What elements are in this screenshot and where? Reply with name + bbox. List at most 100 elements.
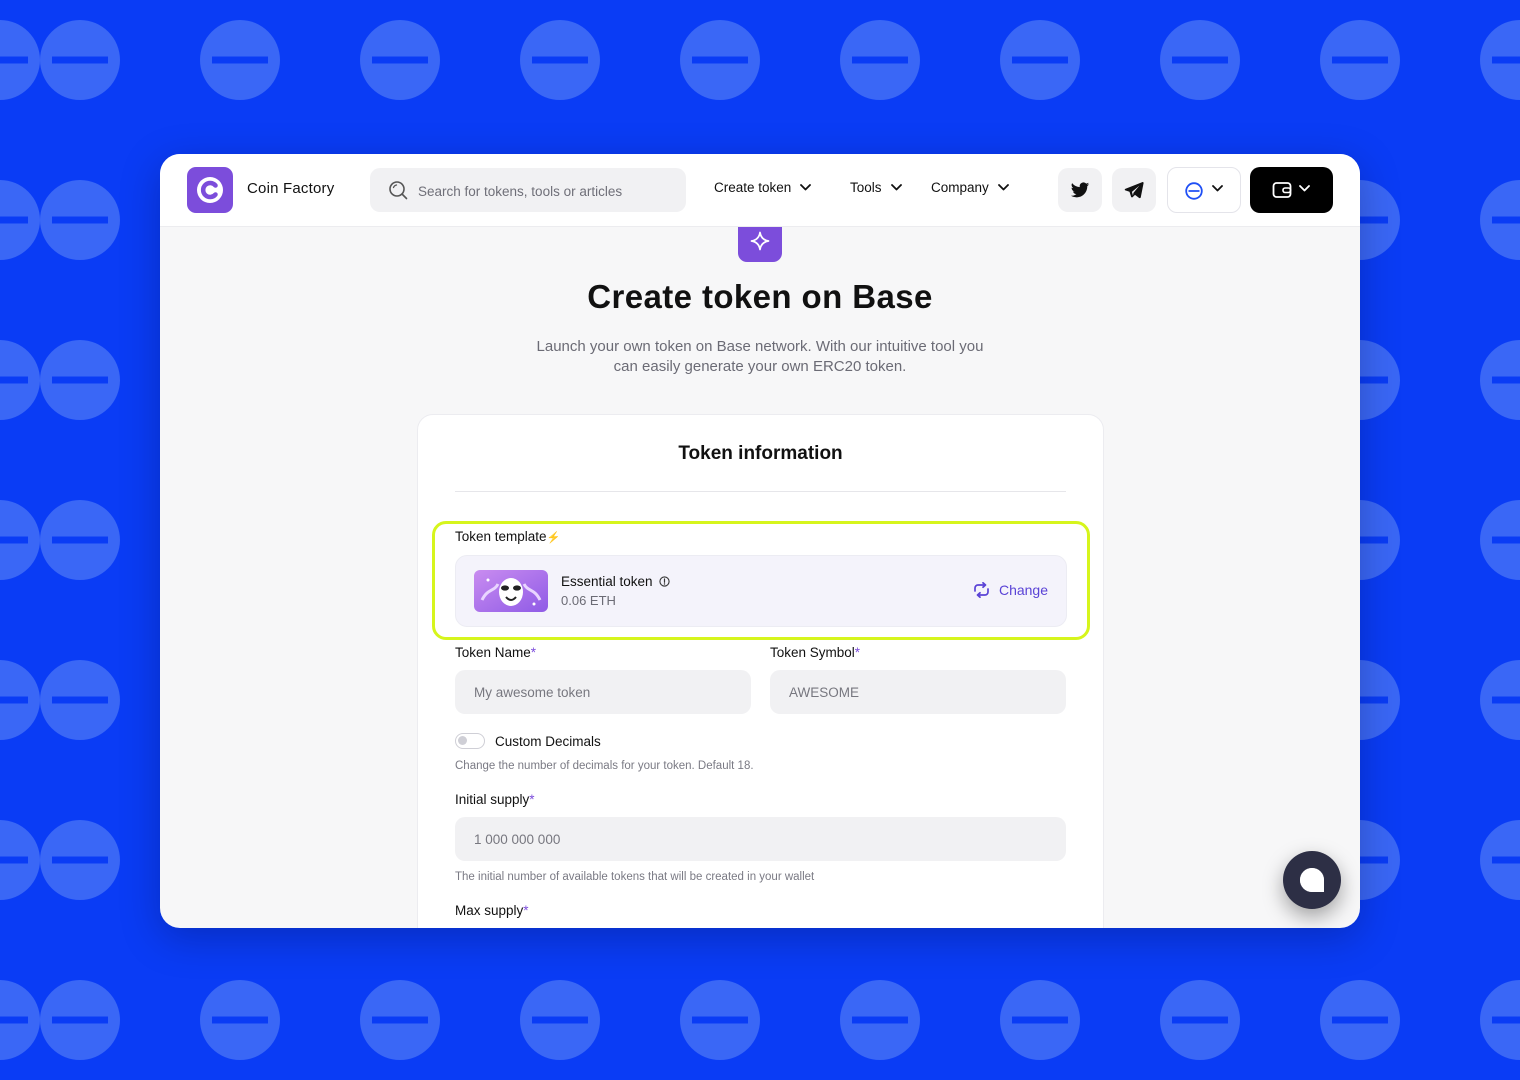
pattern-coin-bar bbox=[0, 696, 28, 704]
page-title: Create token on Base bbox=[587, 278, 933, 315]
pattern-coin-bar bbox=[1172, 56, 1228, 64]
pattern-coin-bar bbox=[1172, 1016, 1228, 1024]
pattern-coin-bar bbox=[692, 56, 748, 64]
required-mark: * bbox=[523, 903, 529, 918]
pattern-coin-bar bbox=[0, 216, 28, 224]
app-window: Coin Factory Create token Tools Company bbox=[160, 154, 1360, 928]
wallet-icon bbox=[1272, 182, 1292, 198]
pattern-coin-bar bbox=[852, 1016, 908, 1024]
token-template-label: Token template⚡ bbox=[455, 529, 560, 544]
twitter-icon bbox=[1070, 182, 1090, 198]
divider bbox=[455, 491, 1066, 492]
chevron-down-icon bbox=[1212, 185, 1223, 192]
pattern-coin-bar bbox=[1492, 696, 1520, 704]
template-price: 0.06 ETH bbox=[561, 593, 616, 608]
token-name-label-text: Token Name bbox=[455, 645, 531, 660]
pattern-coin-bar bbox=[532, 1016, 588, 1024]
change-template-button[interactable]: Change bbox=[972, 582, 1048, 598]
pattern-coin-bar bbox=[372, 1016, 428, 1024]
pattern-coin-bar bbox=[372, 56, 428, 64]
section-title: Token information bbox=[678, 443, 843, 464]
bolt-icon: ⚡ bbox=[546, 532, 561, 544]
pattern-coin-bar bbox=[52, 56, 108, 64]
change-label: Change bbox=[998, 582, 1048, 598]
max-supply-label: Max supply* bbox=[455, 903, 529, 918]
nav-company[interactable]: Company bbox=[931, 180, 1009, 195]
network-selector[interactable] bbox=[1167, 167, 1241, 213]
pattern-coin-bar bbox=[0, 536, 28, 544]
info-icon[interactable] bbox=[658, 576, 670, 587]
chat-support-button[interactable] bbox=[1283, 851, 1341, 909]
pattern-coin-bar bbox=[1332, 1016, 1388, 1024]
custom-decimals-toggle[interactable] bbox=[455, 733, 485, 749]
token-symbol-label: Token Symbol* bbox=[770, 645, 860, 660]
max-supply-label-text: Max supply bbox=[455, 903, 524, 918]
chevron-down-icon bbox=[997, 184, 1009, 191]
nav-create-token[interactable]: Create token bbox=[714, 180, 812, 195]
initial-supply-help: The initial number of available tokens t… bbox=[455, 871, 815, 883]
token-symbol-label-text: Token Symbol bbox=[770, 645, 855, 660]
template-name: Essential token bbox=[561, 574, 670, 589]
chevron-down-icon bbox=[1299, 185, 1310, 192]
template-thumbnail bbox=[474, 570, 548, 612]
pattern-coin-bar bbox=[1012, 1016, 1068, 1024]
top-navbar: Coin Factory Create token Tools Company bbox=[160, 154, 1360, 227]
twitter-button[interactable] bbox=[1058, 168, 1102, 212]
initial-supply-label: Initial supply* bbox=[455, 792, 535, 807]
template-name-text: Essential token bbox=[561, 574, 653, 589]
pattern-coin-bar bbox=[212, 1016, 268, 1024]
page-subtitle: Launch your own token on Base network. W… bbox=[536, 338, 984, 375]
custom-decimals-help: Change the number of decimals for your t… bbox=[455, 760, 754, 772]
pattern-coin-bar bbox=[1492, 376, 1520, 384]
toggle-knob bbox=[458, 736, 467, 745]
pattern-coin-bar bbox=[212, 56, 268, 64]
nav-create-token-label: Create token bbox=[714, 180, 792, 195]
pattern-coin-bar bbox=[52, 856, 108, 864]
chat-icon bbox=[1300, 868, 1324, 892]
pattern-coin-bar bbox=[1332, 56, 1388, 64]
coin-factory-logo-icon[interactable] bbox=[187, 167, 233, 213]
chevron-down-icon bbox=[890, 184, 902, 191]
initial-supply-label-text: Initial supply bbox=[455, 792, 530, 807]
nav-company-label: Company bbox=[931, 180, 989, 195]
pattern-coin-bar bbox=[52, 216, 108, 224]
search-bar[interactable] bbox=[370, 168, 686, 212]
telegram-button[interactable] bbox=[1112, 168, 1156, 212]
pattern-coin-bar bbox=[0, 376, 28, 384]
telegram-icon bbox=[1124, 182, 1144, 199]
pattern-coin-bar bbox=[52, 696, 108, 704]
custom-decimals-label: Custom Decimals bbox=[495, 734, 601, 749]
pattern-coin-bar bbox=[532, 56, 588, 64]
token-name-label: Token Name* bbox=[455, 645, 536, 660]
pattern-coin-bar bbox=[52, 536, 108, 544]
pattern-coin-bar bbox=[0, 1016, 28, 1024]
token-form-card: Token information Token template⚡ Essent… bbox=[417, 414, 1104, 928]
pattern-coin-bar bbox=[52, 376, 108, 384]
pattern-coin-bar bbox=[852, 56, 908, 64]
search-icon bbox=[389, 181, 408, 200]
pattern-coin-bar bbox=[0, 856, 28, 864]
pattern-coin-bar bbox=[0, 56, 28, 64]
nav-tools[interactable]: Tools bbox=[850, 180, 902, 195]
nav-tools-label: Tools bbox=[850, 180, 882, 195]
search-input[interactable] bbox=[416, 179, 680, 203]
pattern-coin-bar bbox=[692, 1016, 748, 1024]
token-symbol-input[interactable] bbox=[770, 670, 1066, 714]
pattern-coin-bar bbox=[52, 1016, 108, 1024]
token-name-input[interactable] bbox=[455, 670, 751, 714]
wallet-button[interactable] bbox=[1250, 167, 1333, 213]
chevron-down-icon bbox=[800, 184, 812, 191]
pattern-coin-bar bbox=[1492, 56, 1520, 64]
pattern-coin-bar bbox=[1492, 216, 1520, 224]
token-template-label-text: Token template bbox=[455, 529, 547, 544]
token-template-selector[interactable]: Essential token 0.06 ETH Change bbox=[455, 555, 1067, 627]
required-mark: * bbox=[530, 645, 537, 660]
pattern-coin-bar bbox=[1492, 536, 1520, 544]
sparkle-icon bbox=[750, 231, 770, 251]
base-network-icon bbox=[1185, 182, 1203, 200]
required-mark: * bbox=[854, 645, 861, 660]
brand-name[interactable]: Coin Factory bbox=[247, 180, 334, 197]
pattern-coin-bar bbox=[1012, 56, 1068, 64]
initial-supply-input[interactable] bbox=[455, 817, 1066, 861]
pattern-coin-bar bbox=[1492, 856, 1520, 864]
